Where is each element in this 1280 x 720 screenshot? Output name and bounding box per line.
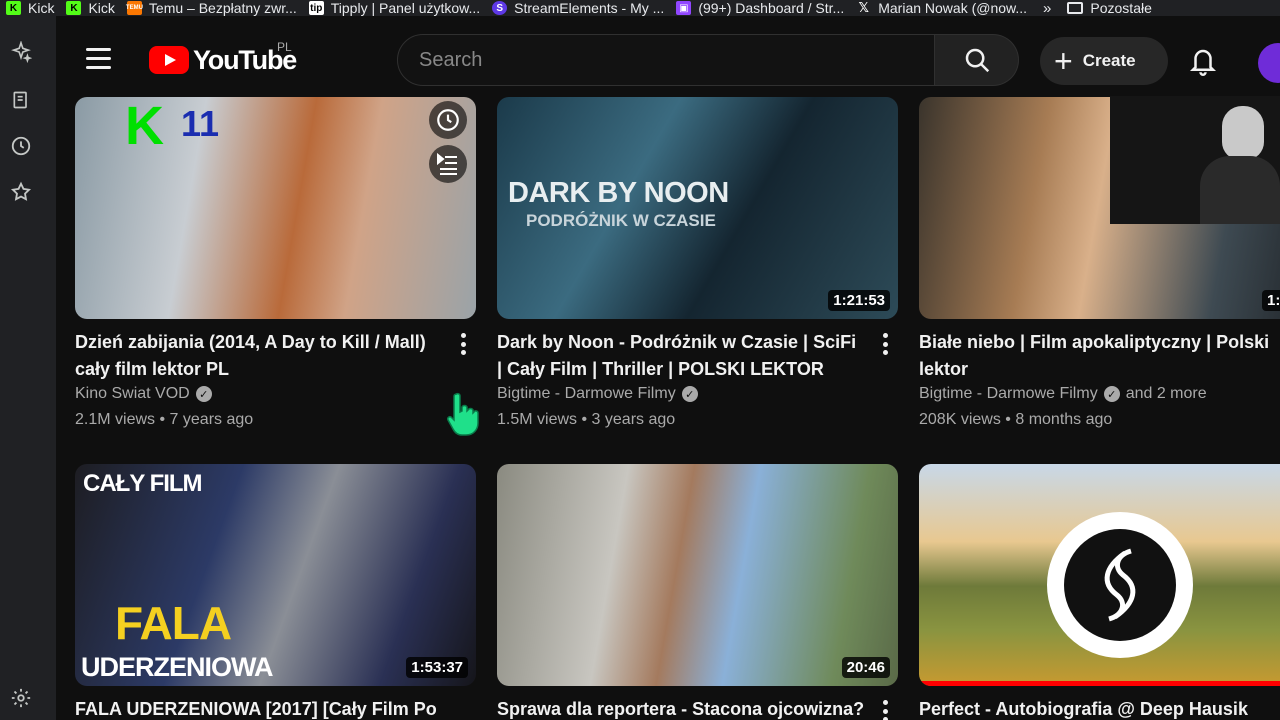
bookmark-temu[interactable]: TEMU Temu – Bezpłatny zwr...	[121, 0, 303, 16]
history-button[interactable]	[9, 134, 33, 158]
kick-icon: K	[66, 1, 82, 15]
thumbnail-text: PODRÓŻNIK W CZASIE	[526, 211, 716, 230]
bookmark-streamelements[interactable]: S StreamElements - My ...	[486, 0, 670, 16]
video-title[interactable]: Białe niebo | Film apokaliptyczny | Pols…	[919, 329, 1279, 383]
video-thumbnail[interactable]: 20:46	[497, 464, 898, 686]
verified-badge-icon: ✓	[195, 386, 212, 402]
avatar[interactable]	[1258, 43, 1280, 83]
guide-menu-button[interactable]	[86, 48, 116, 72]
video-card[interactable]: DARK BY NOON PODRÓŻNIK W CZASIE 1:21:53 …	[497, 97, 898, 428]
thumbnail-text: CAŁY FILM	[83, 470, 203, 497]
bookmark-kick-1[interactable]: K Kick	[0, 0, 60, 16]
watch-progress-bar	[919, 681, 1280, 686]
sparkle-icon	[11, 41, 32, 63]
video-card[interactable]: Perfect - Autobiografia @ Deep Hausik	[919, 464, 1280, 719]
hamburger-line	[86, 66, 111, 69]
video-title[interactable]: Dzień zabijania (2014, A Day to Kill / M…	[75, 329, 435, 383]
video-title[interactable]: Sprawa dla reportera - Stacona ojcowizna…	[497, 696, 864, 720]
video-thumbnail[interactable]: CAŁY FILM FALA UDERZENIOWA 1:53:37	[75, 464, 476, 686]
video-duration: 1:21:53	[828, 290, 890, 311]
plus-icon: +	[1054, 43, 1073, 79]
search-input[interactable]	[398, 35, 934, 85]
video-title[interactable]: Perfect - Autobiografia @ Deep Hausik	[919, 696, 1279, 720]
reading-list-button[interactable]	[9, 88, 33, 112]
thumbnail-text: 11	[181, 103, 220, 144]
star-icon	[10, 181, 32, 201]
video-meta: 1.5M views • 3 years ago	[497, 411, 676, 428]
ai-sparkle-button[interactable]	[9, 40, 33, 64]
bell-icon	[1189, 49, 1217, 76]
bookmark-other-folder[interactable]: Pozostałe	[1061, 0, 1157, 16]
more-actions-button[interactable]	[461, 333, 467, 355]
watch-later-button[interactable]	[429, 101, 467, 139]
kick-icon: K	[6, 1, 21, 15]
hand-cursor-icon	[447, 392, 479, 436]
youtube-logo[interactable]: YouTube	[149, 44, 297, 76]
tipply-icon: tip	[308, 1, 324, 15]
thumbnail-text: K	[125, 97, 164, 156]
hamburger-line	[86, 48, 111, 51]
bookmark-twitch[interactable]: ▣ (99+) Dashboard / Str...	[670, 0, 850, 16]
create-button[interactable]: + Create	[1040, 37, 1168, 85]
video-duration: 20:46	[841, 657, 890, 678]
twitch-icon: ▣	[676, 1, 692, 15]
temu-icon: TEMU	[126, 1, 143, 15]
bookmarks-button[interactable]	[9, 180, 33, 204]
hamburger-line	[86, 57, 111, 60]
video-thumbnail[interactable]	[919, 464, 1280, 686]
video-title[interactable]: FALA UDERZENIOWA [2017] [Cały Film Po	[75, 696, 455, 720]
youtube-play-icon	[149, 46, 189, 74]
bookmark-x[interactable]: 𝕏 Marian Nowak (@now...	[850, 0, 1033, 16]
webcam-person	[1222, 106, 1264, 160]
channel-logo-badge	[1047, 512, 1193, 658]
streamelements-icon: S	[492, 1, 508, 15]
video-thumbnail[interactable]: K 11	[75, 97, 476, 319]
folder-icon	[1067, 2, 1084, 14]
clock-icon	[437, 109, 459, 131]
video-duration: 1:53:37	[406, 657, 468, 678]
verified-badge-icon: ✓	[681, 386, 698, 402]
search-icon	[965, 48, 989, 73]
more-actions-button[interactable]	[883, 333, 889, 355]
notifications-button[interactable]	[1188, 44, 1218, 78]
x-icon: 𝕏	[858, 0, 869, 15]
country-code: PL	[277, 40, 292, 54]
thumbnail-text: UDERZENIOWA	[81, 652, 273, 682]
video-card[interactable]: 20:46 Sprawa dla reportera - Stacona ojc…	[497, 464, 898, 720]
gear-icon	[11, 688, 31, 708]
youtube-header: YouTube PL + Create	[56, 16, 1280, 98]
search-button[interactable]	[935, 34, 1019, 86]
search-box[interactable]	[397, 34, 935, 86]
queue-icon	[437, 153, 457, 175]
more-actions-button[interactable]	[883, 700, 889, 720]
video-title[interactable]: Dark by Noon - Podróżnik w Czasie | SciF…	[497, 329, 857, 383]
video-thumbnail[interactable]: DARK BY NOON PODRÓŻNIK W CZASIE 1:21:53	[497, 97, 898, 319]
thumbnail-text: FALA	[115, 597, 232, 649]
video-meta: 2.1M views • 7 years ago	[75, 411, 254, 428]
browser-sidebar	[0, 16, 56, 720]
verified-badge-icon: ✓	[1103, 386, 1120, 402]
thumbnail-text: DARK BY NOON	[508, 177, 729, 209]
video-duration: 1:4	[1262, 290, 1280, 311]
bookmark-tipply[interactable]: tip Tipply | Panel użytkow...	[303, 0, 486, 16]
video-card[interactable]: CAŁY FILM FALA UDERZENIOWA 1:53:37 FALA …	[75, 464, 476, 719]
clock-icon	[11, 136, 31, 156]
bookmark-kick-2[interactable]: K Kick	[60, 0, 120, 16]
bookmarks-bar: K Kick K Kick TEMU Temu – Bezpłatny zwr... …	[0, 0, 1280, 16]
reading-list-icon	[13, 91, 27, 109]
webcam-overlay	[1110, 96, 1280, 224]
bookmarks-overflow-button[interactable]: »	[1033, 0, 1061, 16]
music-logo-icon	[1064, 529, 1176, 641]
channel-name[interactable]: Bigtime - Darmowe Filmy ✓	[497, 385, 698, 403]
channel-name[interactable]: Bigtime - Darmowe Filmy ✓ and 2 more	[919, 385, 1207, 403]
add-to-queue-button[interactable]	[429, 145, 467, 183]
webcam-person-body	[1200, 156, 1280, 224]
channel-name[interactable]: Kino Swiat VOD ✓	[75, 385, 212, 403]
settings-button[interactable]	[9, 686, 33, 710]
video-meta: 208K views • 8 months ago	[919, 411, 1113, 428]
video-card[interactable]: K 11 Dzień zabijania (2014, A Day to Kil…	[75, 97, 476, 428]
